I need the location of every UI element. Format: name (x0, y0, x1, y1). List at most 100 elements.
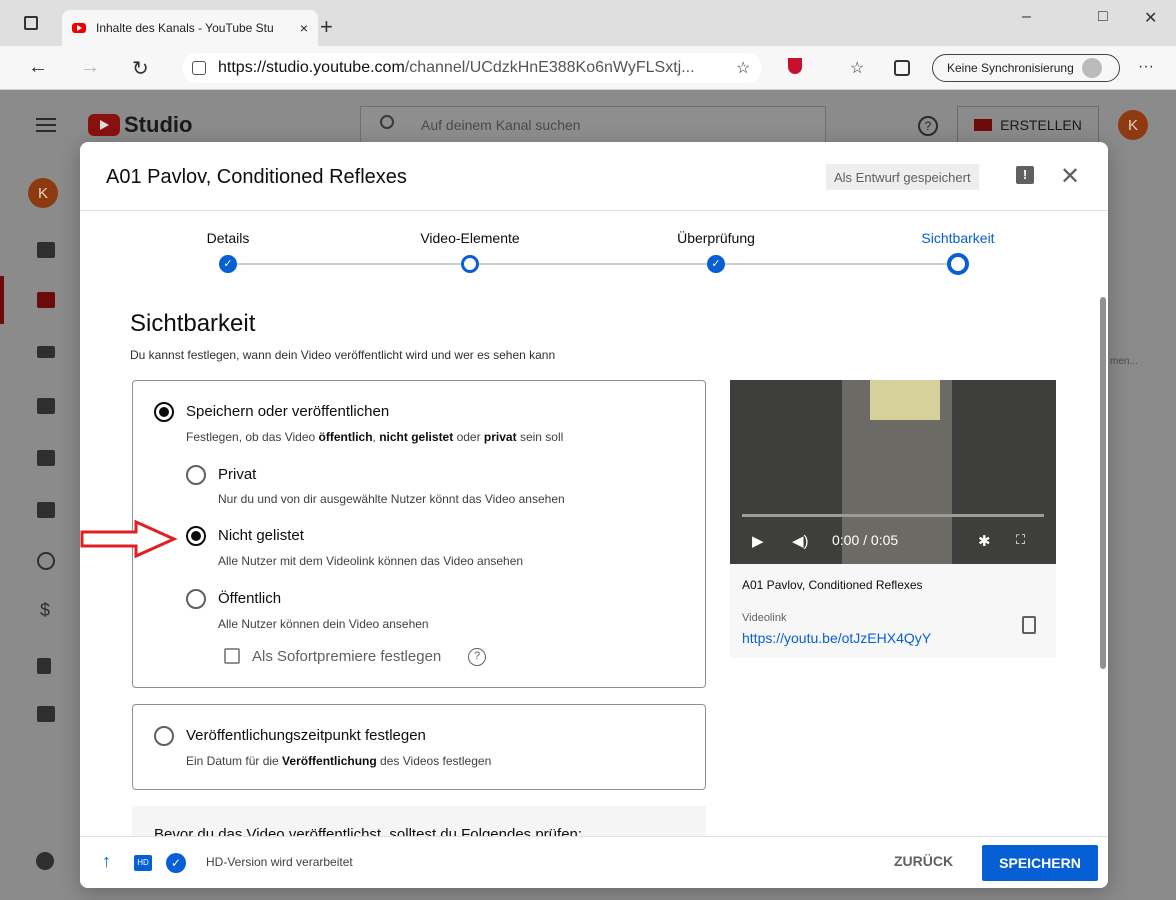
video-link[interactable]: https://youtu.be/otJzEHX4QyY (742, 630, 931, 646)
dialog-scrollbar[interactable] (1100, 297, 1106, 669)
url-path: /channel/UCdzkHnE388Ko6nWyFLSxtj... (404, 59, 695, 76)
hd-badge-icon: HD (134, 855, 152, 871)
tab-close-icon[interactable]: × (300, 20, 308, 36)
tab-title: Inhalte des Kanals - YouTube Stu (96, 21, 274, 35)
checks-done-icon[interactable]: ✓ (166, 853, 186, 873)
content-icon[interactable] (37, 292, 55, 308)
schedule-radio[interactable] (154, 726, 174, 746)
favorite-star-icon[interactable]: ☆ (736, 58, 750, 78)
unlisted-label: Nicht gelistet (218, 527, 304, 544)
step-visibility[interactable]: Sichtbarkeit (921, 230, 994, 246)
step-video-elements[interactable]: Video-Elemente (420, 230, 519, 246)
comments-icon[interactable] (37, 450, 55, 466)
youtube-favicon-icon (72, 23, 86, 33)
reload-icon[interactable]: ↻ (132, 56, 149, 81)
collections-icon[interactable] (894, 60, 910, 76)
sync-button[interactable]: Keine Synchronisierung (932, 54, 1120, 82)
video-preview[interactable]: ▶ ◀) 0:00 / 0:05 ✱ ⛶ (730, 380, 1056, 564)
private-radio[interactable] (186, 465, 206, 485)
minimize-button[interactable]: – (1022, 8, 1031, 26)
sync-label: Keine Synchronisierung (947, 61, 1074, 75)
dashboard-icon[interactable] (37, 242, 55, 258)
channel-avatar[interactable]: K (28, 178, 58, 208)
playlists-icon[interactable] (37, 346, 55, 358)
unlisted-desc: Alle Nutzer mit dem Videolink können das… (218, 554, 524, 568)
customization-icon[interactable] (37, 658, 51, 674)
studio-logo[interactable]: Studio (88, 112, 192, 138)
video-info-panel: A01 Pavlov, Conditioned Reflexes Videoli… (730, 564, 1056, 658)
schedule-desc: Ein Datum für die Veröffentlichung des V… (186, 754, 492, 768)
copy-link-icon[interactable] (1022, 616, 1036, 634)
video-settings-gear-icon[interactable]: ✱ (978, 532, 991, 550)
analytics-icon[interactable] (37, 398, 55, 414)
private-desc: Nur du und von dir ausgewählte Nutzer kö… (218, 492, 565, 506)
upload-icon[interactable]: ↑ (102, 851, 111, 872)
url-field[interactable]: https://studio.youtube.com/channel/UCdzk… (182, 53, 762, 83)
dialog-close-icon[interactable]: ✕ (1060, 162, 1080, 191)
step-video-elements-dot[interactable] (461, 255, 479, 273)
step-details[interactable]: Details (207, 230, 250, 246)
volume-icon[interactable]: ◀) (792, 532, 809, 550)
profile-avatar-icon (1081, 58, 1102, 78)
premiere-help-icon[interactable]: ? (468, 648, 486, 666)
subtitles-icon[interactable] (37, 502, 55, 518)
step-visibility-dot[interactable] (947, 253, 969, 275)
favorites-icon[interactable]: ☆ (850, 58, 864, 78)
dialog-title: A01 Pavlov, Conditioned Reflexes (106, 166, 407, 188)
video-link-label: Videolink (742, 612, 787, 624)
tab-actions-icon[interactable] (24, 16, 38, 30)
save-publish-label: Speichern oder veröffentlichen (186, 403, 390, 420)
create-button[interactable]: ERSTELLEN (957, 106, 1099, 144)
unlisted-radio[interactable] (186, 526, 206, 546)
address-bar-row: ← → ↻ https://studio.youtube.com/channel… (0, 46, 1176, 90)
play-icon[interactable]: ▶ (752, 532, 764, 550)
video-frame-highlight (870, 380, 940, 420)
step-details-check-icon[interactable]: ✓ (219, 255, 237, 273)
back-button[interactable]: ZURÜCK (894, 853, 953, 869)
close-window-button[interactable]: ✕ (1144, 8, 1157, 28)
fullscreen-icon[interactable]: ⛶ (1016, 532, 1025, 548)
browser-tab-bar: Inhalte des Kanals - YouTube Stu × + – □… (0, 0, 1176, 46)
save-button[interactable]: SPEICHERN (982, 845, 1098, 881)
premiere-checkbox[interactable] (224, 648, 240, 664)
monetization-icon[interactable]: $ (40, 600, 50, 621)
help-icon[interactable]: ? (918, 116, 938, 136)
settings-gear-icon[interactable] (36, 852, 54, 870)
background-truncated-text: men... (1110, 356, 1138, 367)
extension-shield-icon[interactable] (788, 58, 802, 74)
dialog-footer: ↑ HD ✓ HD-Version wird verarbeitet ZURÜC… (80, 836, 1108, 888)
premiere-label: Als Sofortpremiere festlegen (252, 648, 442, 665)
forward-arrow-icon[interactable]: → (80, 56, 100, 79)
account-avatar[interactable]: K (1118, 110, 1148, 140)
section-title: Sichtbarkeit (130, 310, 256, 337)
browser-tab[interactable]: Inhalte des Kanals - YouTube Stu × (62, 10, 318, 46)
channel-search-input[interactable]: Auf deinem Kanal suchen (360, 106, 826, 144)
more-menu-icon[interactable]: ··· (1138, 58, 1154, 76)
video-info-title: A01 Pavlov, Conditioned Reflexes (742, 578, 923, 592)
create-label: ERSTELLEN (1000, 117, 1082, 133)
lock-icon (192, 61, 206, 75)
section-subtitle: Du kannst festlegen, wann dein Video ver… (130, 348, 556, 362)
step-review-check-icon[interactable]: ✓ (707, 255, 725, 273)
processing-status: HD-Version wird verarbeitet (206, 855, 353, 869)
public-radio[interactable] (186, 589, 206, 609)
feedback-icon[interactable]: ! (1016, 166, 1034, 184)
maximize-button[interactable]: □ (1098, 8, 1108, 26)
public-desc: Alle Nutzer können dein Video ansehen (218, 617, 429, 631)
save-publish-desc: Festlegen, ob das Video öffentlich, nich… (186, 430, 564, 444)
schedule-label: Veröffentlichungszeitpunkt festlegen (186, 727, 426, 744)
save-publish-radio[interactable] (154, 402, 174, 422)
new-tab-button[interactable]: + (320, 14, 333, 40)
video-progress-bar[interactable] (742, 514, 1044, 517)
visibility-dialog: A01 Pavlov, Conditioned Reflexes Als Ent… (80, 142, 1108, 888)
public-label: Öffentlich (218, 590, 282, 607)
private-label: Privat (218, 466, 257, 483)
back-arrow-icon[interactable]: ← (28, 56, 48, 79)
hamburger-menu-icon[interactable] (36, 118, 56, 132)
copyright-icon[interactable] (37, 552, 55, 570)
video-time: 0:00 / 0:05 (832, 532, 899, 548)
audio-library-icon[interactable] (37, 706, 55, 722)
step-review[interactable]: Überprüfung (677, 230, 755, 246)
search-icon (380, 115, 394, 129)
youtube-logo-icon (88, 114, 120, 136)
